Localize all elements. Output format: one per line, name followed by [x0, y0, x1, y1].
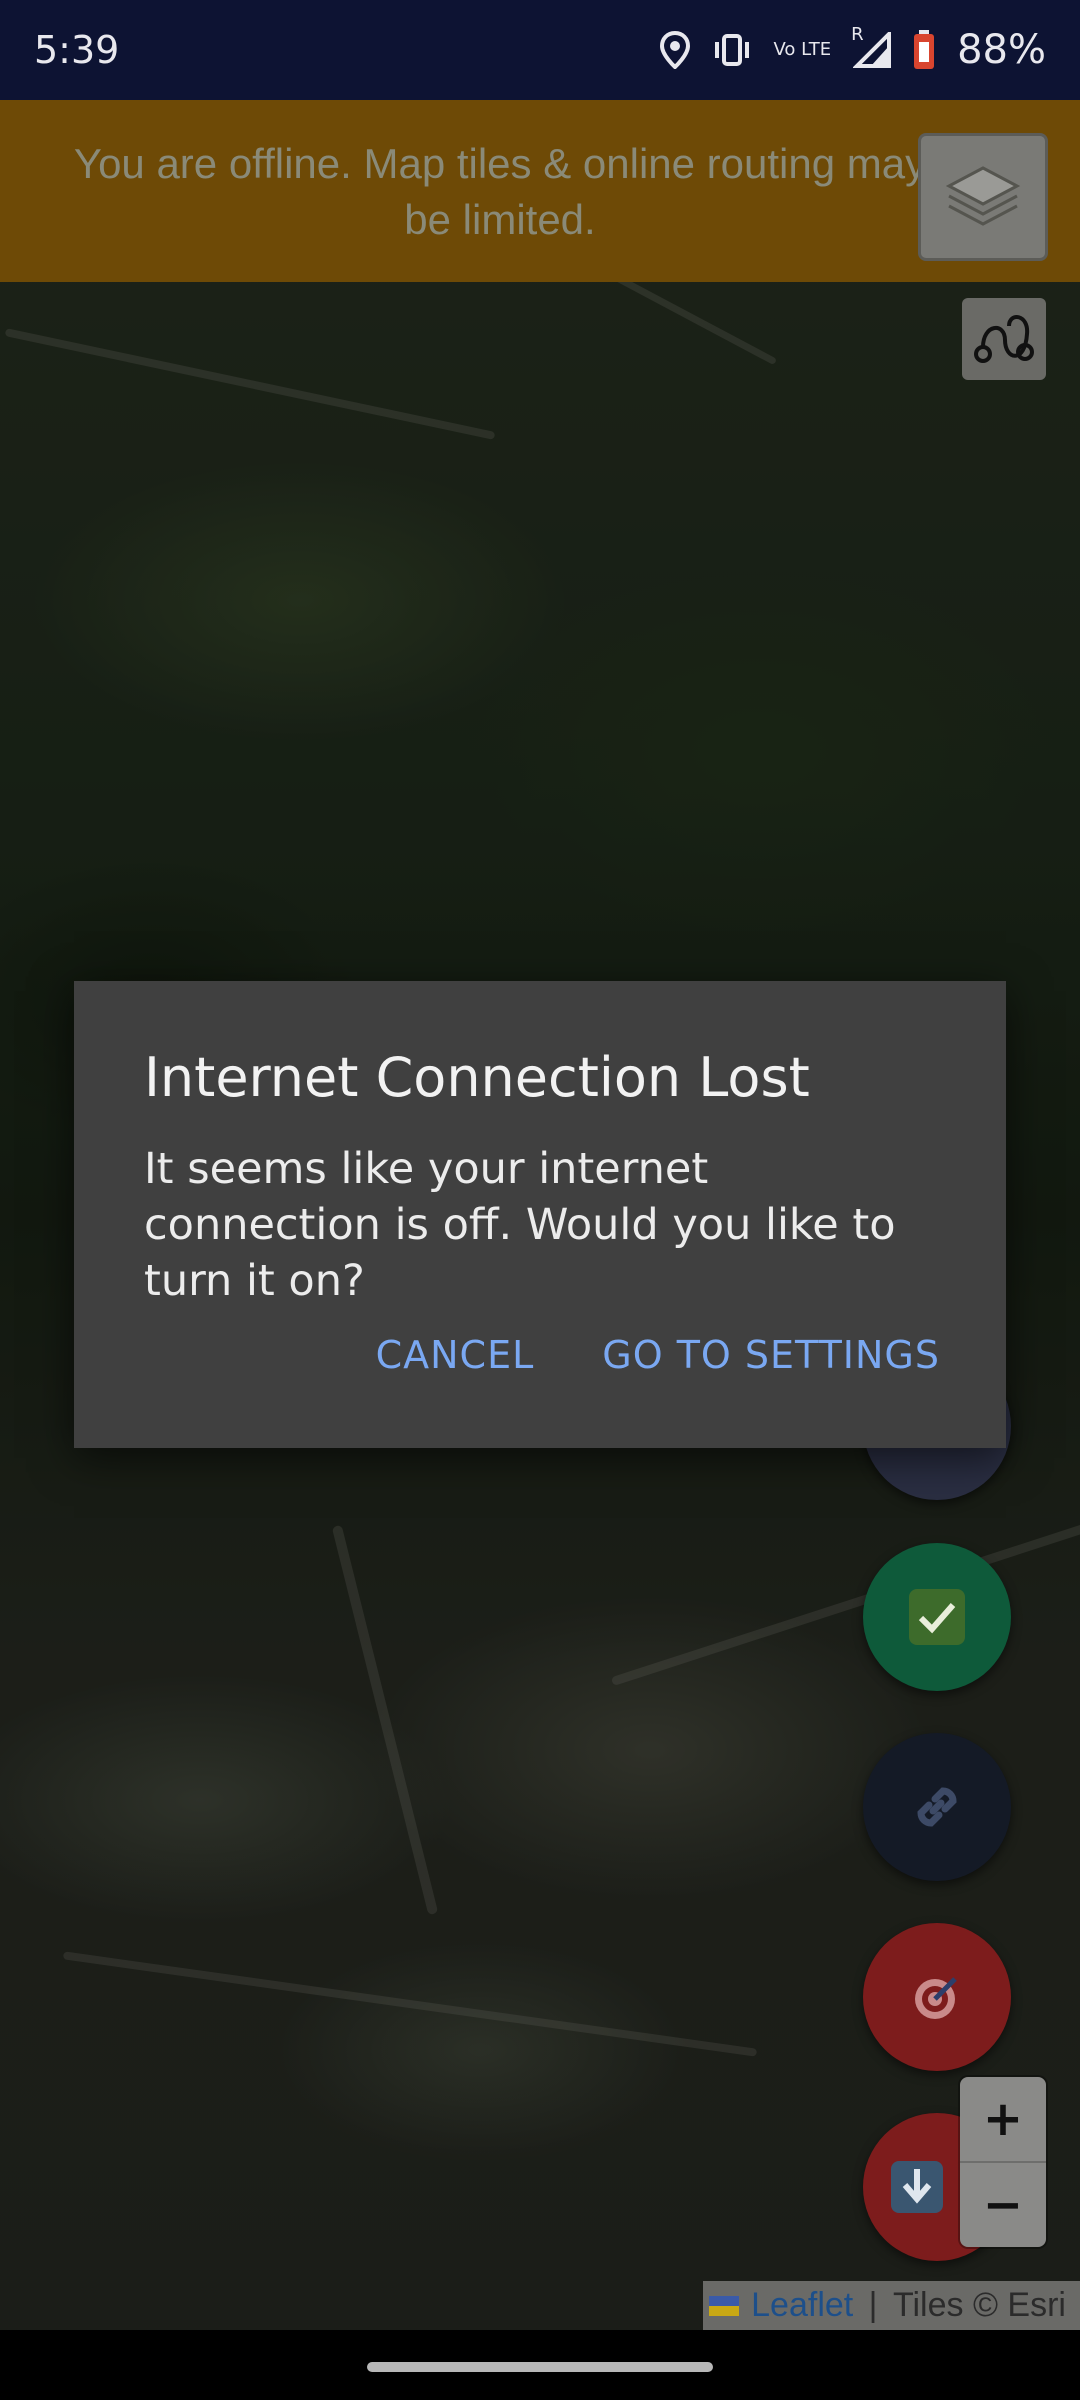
- dialog-actions: CANCEL GO TO SETTINGS: [376, 1333, 940, 1377]
- volte-icon: Vo LTE: [773, 39, 832, 60]
- home-gesture-handle[interactable]: [367, 2362, 713, 2372]
- map-attribution: Leaflet | Tiles © Esri: [703, 2281, 1080, 2330]
- check-button[interactable]: [863, 1543, 1011, 1691]
- target-icon: [915, 1977, 957, 2019]
- tiles-attribution: Tiles © Esri: [892, 2286, 1066, 2324]
- internet-lost-dialog: Internet Connection Lost It seems like y…: [74, 981, 1006, 1448]
- signal-icon: R: [851, 24, 892, 68]
- ukraine-flag-icon: [709, 2295, 740, 2316]
- roaming-indicator: R: [851, 24, 864, 45]
- status-bar: 5:39 Vo LTE R 88%: [0, 0, 1080, 100]
- route-icon: [974, 315, 1034, 363]
- link-icon: [917, 1787, 957, 1827]
- go-to-settings-button[interactable]: GO TO SETTINGS: [602, 1333, 940, 1377]
- zoom-control: + −: [960, 2077, 1046, 2247]
- download-icon: [891, 2161, 943, 2213]
- location-icon: [659, 31, 690, 69]
- zoom-out-button[interactable]: −: [960, 2163, 1046, 2247]
- leaflet-link[interactable]: Leaflet: [751, 2286, 853, 2325]
- status-time: 5:39: [34, 28, 120, 72]
- attribution-separator: |: [859, 2286, 887, 2324]
- link-button[interactable]: [863, 1733, 1011, 1881]
- cancel-button[interactable]: CANCEL: [376, 1333, 535, 1377]
- layers-button[interactable]: [918, 133, 1048, 261]
- vibrate-icon: [712, 33, 752, 67]
- check-icon: [909, 1589, 965, 1645]
- route-button[interactable]: [962, 298, 1046, 380]
- zoom-in-button[interactable]: +: [960, 2077, 1046, 2161]
- dialog-message: It seems like your internet connection i…: [144, 1144, 896, 1306]
- battery-percent: 88%: [957, 27, 1046, 73]
- layers-icon: [945, 166, 1021, 226]
- battery-icon: [913, 30, 935, 70]
- dialog-title: Internet Connection Lost: [144, 1046, 810, 1109]
- locate-button[interactable]: [863, 1923, 1011, 2071]
